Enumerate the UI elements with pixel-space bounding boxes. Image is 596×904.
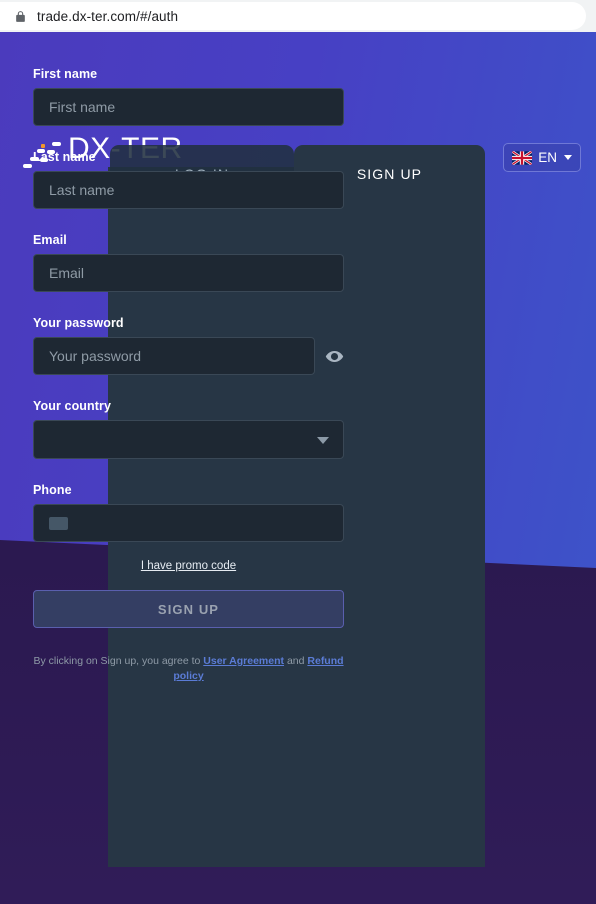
uk-flag-icon bbox=[512, 150, 533, 165]
signup-submit-button[interactable]: SIGN UP bbox=[33, 590, 344, 628]
country-label: Your country bbox=[33, 399, 112, 413]
terms-text: By clicking on Sign up, you agree to Use… bbox=[33, 654, 344, 683]
last-name-label: Last name bbox=[33, 150, 96, 164]
signup-form: First name First name Last name Last nam… bbox=[0, 67, 377, 683]
phone-input[interactable] bbox=[33, 504, 344, 542]
url-text: trade.dx-ter.com/#/auth bbox=[37, 8, 179, 24]
language-code: EN bbox=[538, 150, 557, 165]
browser-chrome: trade.dx-ter.com/#/auth bbox=[0, 0, 596, 32]
password-input[interactable]: Your password bbox=[33, 337, 315, 375]
field-country: Your country bbox=[33, 399, 344, 459]
field-password: Your password Your password bbox=[33, 316, 344, 375]
chevron-down-icon bbox=[317, 436, 329, 444]
first-name-input[interactable]: First name bbox=[33, 88, 344, 126]
email-input[interactable]: Email bbox=[33, 254, 344, 292]
language-selector[interactable]: EN bbox=[503, 143, 581, 172]
promo-code-link[interactable]: I have promo code bbox=[33, 560, 344, 572]
chevron-down-icon bbox=[564, 155, 572, 160]
password-label: Your password bbox=[33, 316, 124, 330]
signup-submit-label: SIGN UP bbox=[157, 601, 220, 617]
field-first-name: First name First name bbox=[33, 67, 344, 126]
page-viewport: DX-TER EN LOG IN SIGN UP First name Firs… bbox=[0, 32, 596, 904]
field-phone: Phone bbox=[33, 483, 344, 542]
last-name-input[interactable]: Last name bbox=[33, 171, 344, 209]
phone-label: Phone bbox=[33, 483, 72, 497]
country-select[interactable] bbox=[33, 420, 344, 459]
address-bar[interactable]: trade.dx-ter.com/#/auth bbox=[0, 2, 586, 30]
password-row: Your password bbox=[33, 337, 344, 375]
terms-conjunction: and bbox=[284, 655, 308, 667]
eye-icon[interactable] bbox=[325, 347, 344, 366]
user-agreement-link[interactable]: User Agreement bbox=[203, 655, 284, 667]
first-name-label: First name bbox=[33, 67, 98, 81]
email-label: Email bbox=[33, 233, 67, 247]
lock-icon bbox=[16, 10, 25, 22]
country-flag-placeholder-icon bbox=[49, 516, 68, 530]
field-email: Email Email bbox=[33, 233, 344, 292]
field-last-name: Last name Last name bbox=[33, 150, 344, 209]
terms-prefix: By clicking on Sign up, you agree to bbox=[33, 655, 204, 667]
